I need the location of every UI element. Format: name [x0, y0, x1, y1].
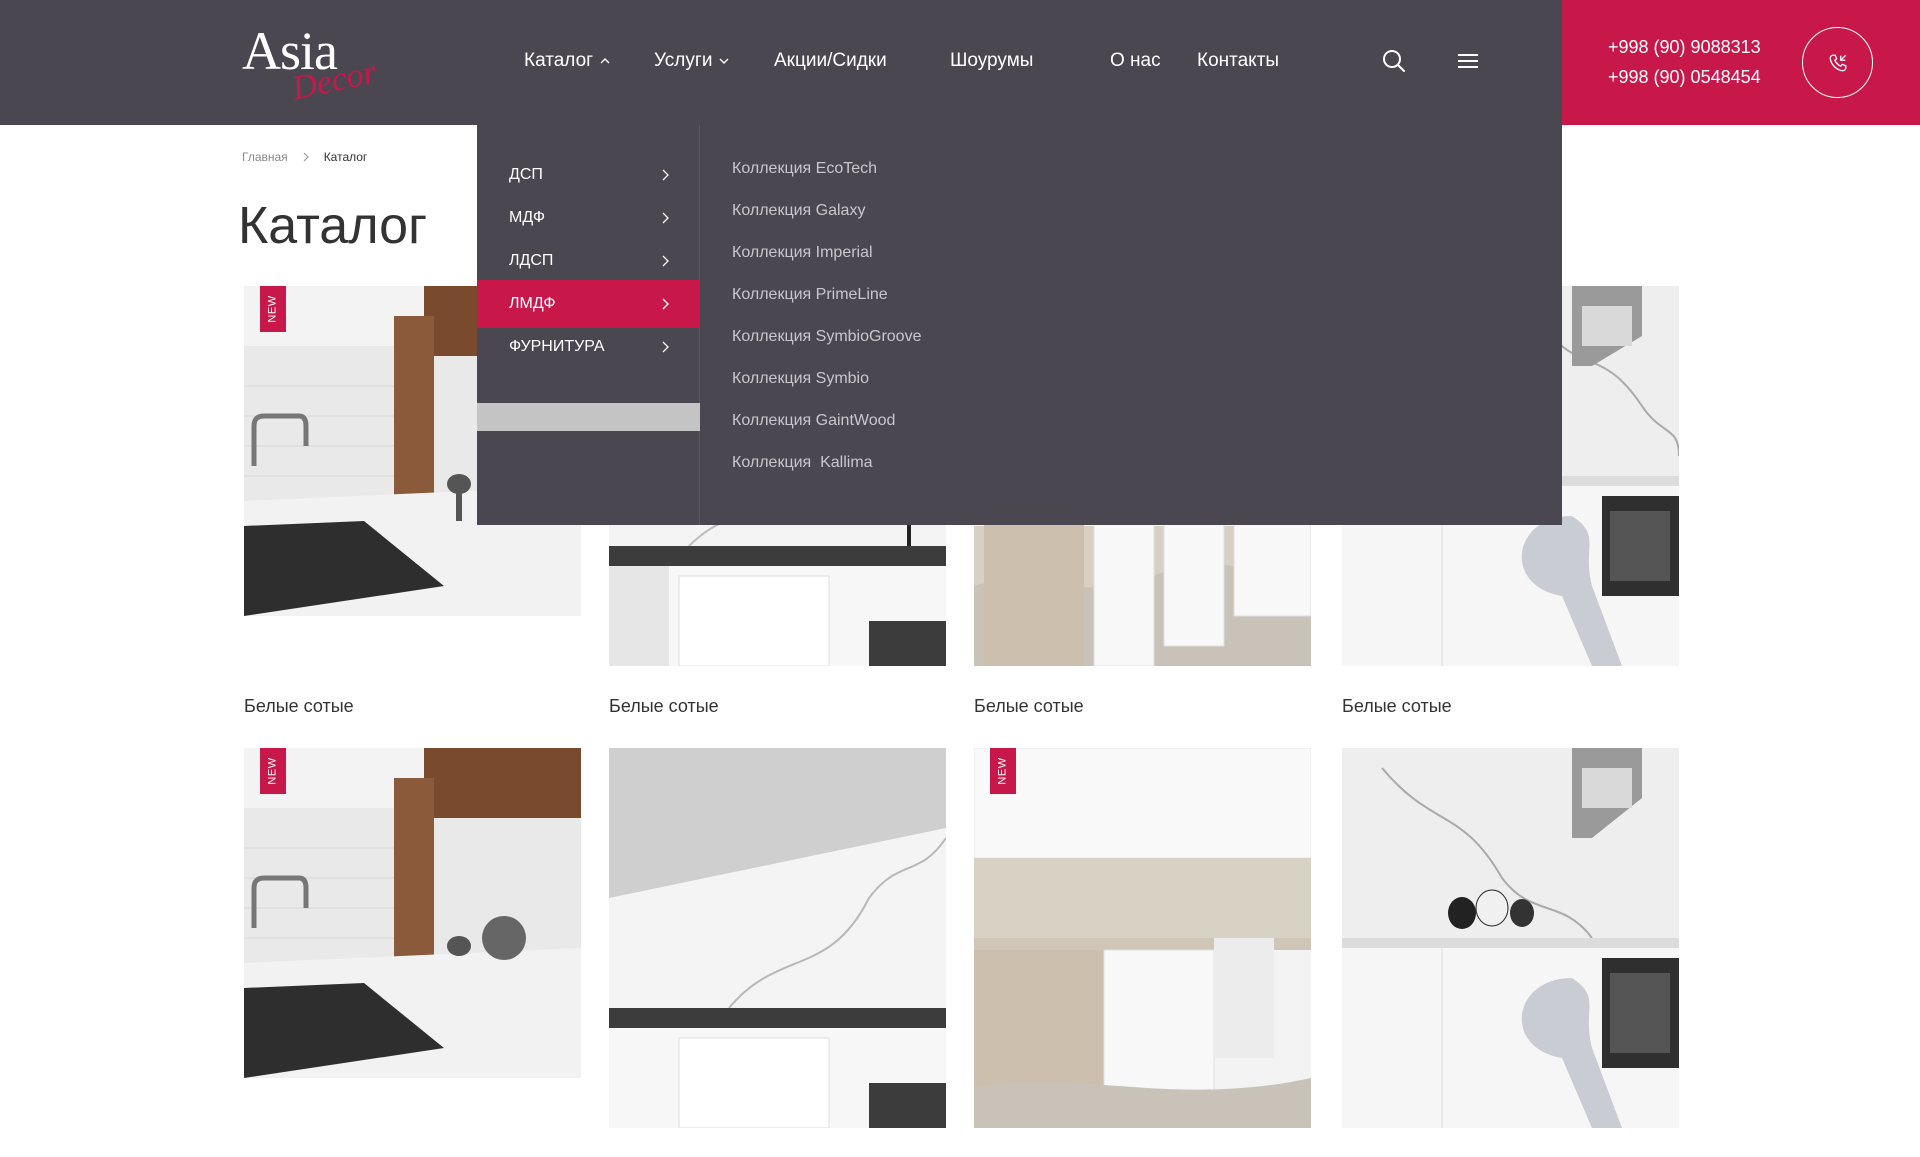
nav-promotions[interactable]: Акции/Сидки	[774, 50, 887, 72]
nav-about[interactable]: О нас	[1110, 50, 1161, 72]
nav-catalog[interactable]: Каталог	[524, 50, 611, 72]
new-badge: NEW	[260, 286, 286, 332]
chevron-right-icon	[662, 298, 669, 310]
breadcrumb: Главная Каталог	[242, 150, 367, 164]
kitchen-image	[974, 748, 1311, 1128]
breadcrumb-home[interactable]: Главная	[242, 150, 288, 164]
breadcrumb-current: Каталог	[323, 150, 368, 164]
logo[interactable]: Asia Decor	[242, 24, 382, 110]
phone-block: +998 (90) 9088313 +998 (90) 0548454	[1562, 0, 1920, 125]
product-image[interactable]	[609, 748, 946, 1128]
product-card[interactable]	[1342, 748, 1679, 1128]
nav-services-label: Услуги	[654, 50, 713, 71]
kitchen-image	[244, 748, 581, 1128]
nav-services[interactable]: Услуги	[654, 50, 730, 72]
nav-catalog-label: Каталог	[524, 50, 594, 71]
chevron-up-icon	[600, 58, 610, 64]
product-title[interactable]: Белые сотые	[1342, 696, 1679, 717]
call-button[interactable]	[1802, 27, 1873, 98]
phone-number-1[interactable]: +998 (90) 9088313	[1608, 37, 1761, 58]
product-card[interactable]: NEW	[974, 748, 1311, 1128]
scrollbar-track[interactable]	[477, 403, 700, 431]
category-label: ДСП	[509, 166, 543, 183]
catalog-dropdown: ДСП МДФ ЛДСП ЛМДФ ФУРНИТУРА Коллекция Ec…	[477, 125, 1562, 525]
category-ldsp[interactable]: ЛДСП	[477, 237, 700, 285]
chevron-down-icon	[719, 58, 729, 64]
category-label: ЛМДФ	[509, 295, 556, 312]
collection-link[interactable]: Коллекция EcoTech	[732, 160, 877, 178]
new-badge: NEW	[260, 748, 286, 794]
collection-link[interactable]: Коллекция Kallima	[732, 454, 873, 472]
page-title: Каталог	[238, 197, 428, 255]
category-mdf[interactable]: МДФ	[477, 194, 700, 242]
collection-link[interactable]: Коллекция Galaxy	[732, 202, 865, 220]
chevron-right-icon	[662, 169, 669, 181]
product-image[interactable]: NEW	[974, 748, 1311, 1128]
product-image[interactable]	[1342, 748, 1679, 1128]
new-badge: NEW	[990, 748, 1016, 794]
category-label: ЛДСП	[509, 252, 554, 269]
product-title[interactable]: Белые сотые	[244, 696, 581, 717]
collection-link[interactable]: Коллекция GaintWood	[732, 412, 895, 430]
nav-contacts[interactable]: Контакты	[1197, 50, 1279, 72]
collection-link[interactable]: Коллекция Imperial	[732, 244, 873, 262]
chevron-right-icon	[662, 341, 669, 353]
chevron-right-icon	[662, 212, 669, 224]
chevron-right-icon	[303, 152, 309, 162]
category-lmdf[interactable]: ЛМДФ	[477, 280, 700, 328]
menu-icon[interactable]	[1454, 47, 1482, 75]
collection-link[interactable]: Коллекция Symbio	[732, 370, 869, 388]
category-label: ФУРНИТУРА	[509, 338, 605, 355]
site-header: Asia Decor Каталог Услуги Акции/Сидки Шо…	[0, 0, 1920, 125]
category-label: МДФ	[509, 209, 545, 226]
product-card[interactable]: NEW	[244, 748, 581, 1128]
new-badge-label: NEW	[267, 757, 280, 785]
new-badge-label: NEW	[997, 757, 1010, 785]
kitchen-image	[609, 748, 946, 1128]
category-list: ДСП МДФ ЛДСП ЛМДФ ФУРНИТУРА	[477, 125, 700, 525]
category-dsp[interactable]: ДСП	[477, 151, 700, 199]
collection-link[interactable]: Коллекция PrimeLine	[732, 286, 888, 304]
phone-number-2[interactable]: +998 (90) 0548454	[1608, 67, 1761, 88]
nav-showrooms[interactable]: Шоурумы	[950, 50, 1033, 72]
product-image[interactable]: NEW	[244, 748, 581, 1128]
chevron-right-icon	[662, 255, 669, 267]
search-icon[interactable]	[1380, 47, 1408, 75]
product-card[interactable]	[609, 748, 946, 1128]
collection-link[interactable]: Коллекция SymbioGroove	[732, 328, 921, 346]
phone-icon	[1829, 54, 1846, 71]
kitchen-image	[1342, 748, 1679, 1128]
new-badge-label: NEW	[267, 295, 280, 323]
product-title[interactable]: Белые сотые	[974, 696, 1311, 717]
product-title[interactable]: Белые сотые	[609, 696, 946, 717]
category-furnitura[interactable]: ФУРНИТУРА	[477, 323, 700, 371]
